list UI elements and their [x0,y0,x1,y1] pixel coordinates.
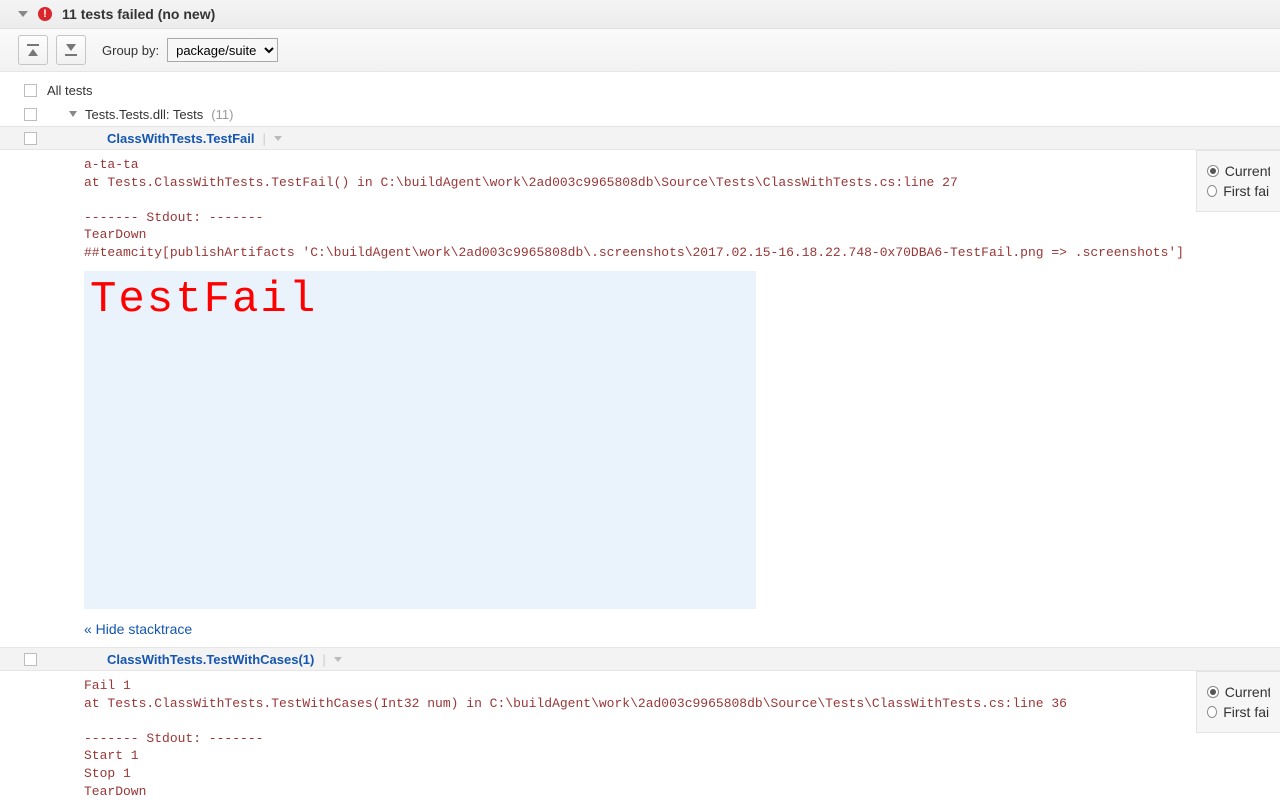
checkbox[interactable] [24,132,37,145]
test-details: Fail 1 at Tests.ClassWithTests.TestWithC… [0,671,1280,810]
test-tree: All tests Tests.Tests.dll: Tests (11) Cl… [0,72,1280,810]
test-details: a-ta-ta at Tests.ClassWithTests.TestFail… [0,150,1280,647]
test-link[interactable]: ClassWithTests.TestWithCases(1) [107,652,314,667]
header-title: 11 tests failed (no new) [62,6,215,22]
arrow-up-icon [27,44,39,56]
checkbox[interactable] [24,108,37,121]
chevron-down-icon[interactable] [334,657,342,662]
checkbox[interactable] [24,84,37,97]
screenshot-thumbnail[interactable]: TestFail [84,271,756,609]
tree-row-test[interactable]: ClassWithTests.TestFail | [0,126,1280,150]
radio-label: First failu [1223,183,1270,199]
all-tests-label: All tests [47,83,93,98]
screenshot-text: TestFail [90,275,317,325]
tree-row-test[interactable]: ClassWithTests.TestWithCases(1) | [0,647,1280,671]
group-by-select[interactable]: package/suite [167,38,278,62]
arrow-down-icon [65,44,77,56]
radio-first-failure[interactable]: First failu [1207,704,1270,720]
group-by-label: Group by: [102,43,159,58]
stacktrace: Fail 1 at Tests.ClassWithTests.TestWithC… [84,677,1196,800]
failure-view-panel: Current First failu [1196,150,1280,212]
stacktrace: a-ta-ta at Tests.ClassWithTests.TestFail… [84,156,1196,261]
chevron-down-icon[interactable] [69,111,77,117]
radio-first-failure[interactable]: First failu [1207,183,1270,199]
failure-view-panel: Current First failu [1196,671,1280,733]
expand-all-button[interactable] [56,35,86,65]
radio-icon[interactable] [1207,165,1219,177]
radio-current[interactable]: Current [1207,163,1270,179]
tree-row-suite[interactable]: Tests.Tests.dll: Tests (11) [0,102,1280,126]
error-icon: ! [38,7,52,21]
toolbar: Group by: package/suite [0,29,1280,72]
radio-icon[interactable] [1207,706,1217,718]
radio-label: Current [1225,684,1270,700]
radio-icon[interactable] [1207,185,1217,197]
test-link[interactable]: ClassWithTests.TestFail [107,131,255,146]
hide-stacktrace-link[interactable]: « Hide stacktrace [84,621,192,637]
chevron-down-icon[interactable] [274,136,282,141]
collapse-caret-icon[interactable] [18,11,28,17]
suite-label: Tests.Tests.dll: Tests [85,107,203,122]
radio-label: Current [1225,163,1270,179]
tests-failed-header: ! 11 tests failed (no new) [0,0,1280,29]
separator: | [263,131,266,146]
radio-icon[interactable] [1207,686,1219,698]
radio-current[interactable]: Current [1207,684,1270,700]
tree-row-all-tests[interactable]: All tests [0,78,1280,102]
checkbox[interactable] [24,653,37,666]
radio-label: First failu [1223,704,1270,720]
collapse-all-button[interactable] [18,35,48,65]
separator: | [322,652,325,667]
suite-count: (11) [211,107,233,122]
